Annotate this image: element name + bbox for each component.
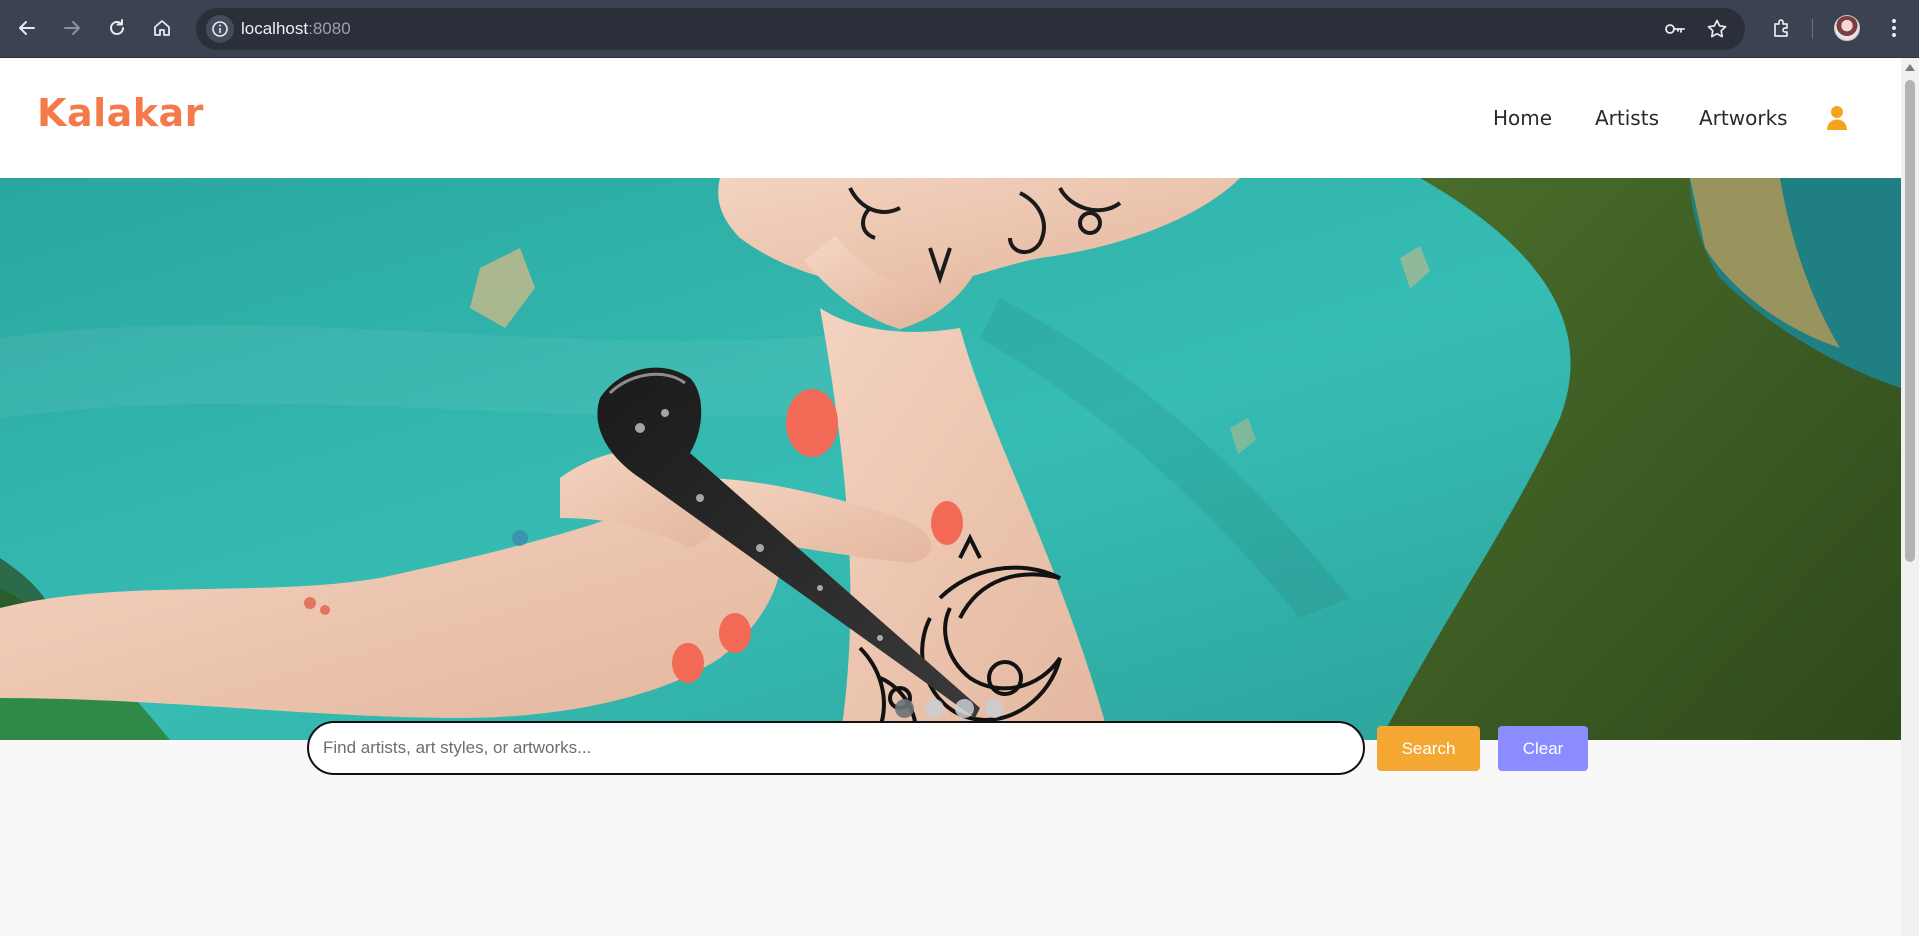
arrow-right-icon	[64, 21, 80, 35]
search-input[interactable]	[307, 721, 1365, 775]
url-port: :8080	[308, 19, 351, 38]
puzzle-icon	[1774, 19, 1788, 37]
scroll-thumb[interactable]	[1905, 80, 1915, 562]
browser-toolbar: localhost:8080	[0, 0, 1919, 58]
extensions-button[interactable]	[1767, 13, 1797, 43]
hero-carousel	[0, 178, 1901, 740]
site-header: Kalakar Home Artists Artworks	[0, 58, 1901, 178]
page-viewport: Kalakar Home Artists Artworks	[0, 58, 1901, 936]
carousel-dot[interactable]	[925, 699, 944, 718]
brand-logo[interactable]: Kalakar	[37, 91, 204, 135]
nav-artists[interactable]: Artists	[1595, 106, 1659, 130]
carousel-indicators	[895, 699, 1004, 718]
info-icon	[212, 21, 228, 37]
key-icon	[1665, 24, 1685, 34]
url-text: localhost:8080	[241, 19, 351, 39]
star-icon	[1707, 19, 1727, 38]
kebab-menu-icon	[1892, 19, 1896, 37]
search-button[interactable]: Search	[1377, 726, 1480, 771]
reload-icon	[110, 19, 124, 35]
user-icon	[1827, 106, 1847, 130]
back-button[interactable]	[11, 12, 43, 44]
home-button[interactable]	[146, 12, 178, 44]
profile-avatar[interactable]	[1834, 15, 1860, 41]
site-info-button[interactable]	[206, 15, 234, 43]
home-icon	[154, 20, 170, 36]
user-account-button[interactable]	[1826, 105, 1848, 131]
nav-artworks[interactable]: Artworks	[1699, 106, 1788, 130]
url-host: localhost	[241, 19, 309, 38]
page-scrollbar[interactable]	[1901, 58, 1919, 936]
scroll-up-arrow-icon[interactable]	[1905, 64, 1915, 71]
toolbar-separator	[1812, 19, 1813, 39]
address-bar[interactable]: localhost:8080	[196, 8, 1745, 50]
password-button[interactable]	[1663, 17, 1687, 41]
forward-button[interactable]	[56, 12, 88, 44]
reload-button[interactable]	[101, 12, 133, 44]
nav-home[interactable]: Home	[1493, 106, 1552, 130]
clear-button[interactable]: Clear	[1498, 726, 1588, 771]
carousel-dot[interactable]	[895, 699, 914, 718]
arrow-left-icon	[19, 21, 35, 35]
browser-menu-button[interactable]	[1879, 13, 1909, 43]
carousel-dot[interactable]	[985, 699, 1004, 718]
carousel-dot[interactable]	[955, 699, 974, 718]
bookmark-button[interactable]	[1705, 17, 1729, 41]
hero-image	[0, 178, 1901, 740]
